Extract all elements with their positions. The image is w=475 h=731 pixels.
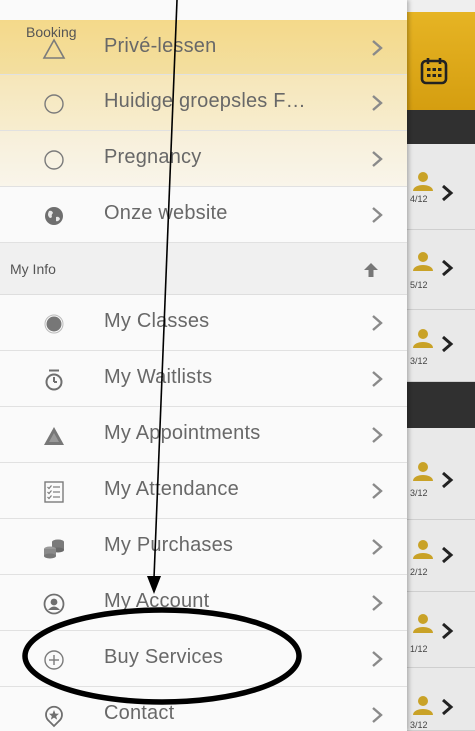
chevron-right-icon: [372, 207, 383, 223]
chevron-right-icon[interactable]: [440, 621, 454, 641]
chevron-right-icon[interactable]: [440, 697, 454, 717]
filled-triangle-icon: [44, 427, 64, 445]
circle-outline-icon: [44, 150, 64, 170]
chevron-right-icon: [372, 483, 383, 499]
chevron-right-icon: [372, 539, 383, 555]
menu-item-my-waitlists[interactable]: My Waitlists: [0, 351, 407, 407]
chevron-right-icon: [372, 427, 383, 443]
chevron-right-icon[interactable]: [440, 183, 454, 203]
chevron-right-icon[interactable]: [440, 258, 454, 278]
spots-count: 2/12: [410, 567, 428, 577]
menu-item-my-appointments[interactable]: My Appointments: [0, 407, 407, 463]
person-icon: [413, 696, 433, 715]
side-menu-drawer: Privé-lessen Booking Huidige groepsles F…: [0, 0, 407, 731]
section-header-my-info[interactable]: My Info: [0, 243, 407, 295]
triangle-outline-icon: [42, 38, 66, 59]
chevron-right-icon: [372, 151, 383, 167]
chevron-right-icon[interactable]: [440, 470, 454, 490]
section-title-booking: Booking: [26, 24, 77, 40]
globe-icon: [45, 207, 63, 225]
menu-item-buy-services[interactable]: Buy Services: [0, 631, 407, 687]
menu-item-my-classes[interactable]: My Classes: [0, 295, 407, 351]
menu-item-label: Pregnancy: [104, 146, 202, 168]
chevron-right-icon: [372, 371, 383, 387]
chevron-right-icon: [372, 315, 383, 331]
menu-item-label: Buy Services: [104, 646, 224, 668]
calendar-icon[interactable]: [419, 56, 449, 86]
person-icon: [413, 329, 433, 348]
section-title-my-info: My Info: [10, 261, 56, 277]
chevron-right-icon: [372, 651, 383, 667]
menu-item-my-attendance[interactable]: My Attendance: [0, 463, 407, 519]
star-pin-icon: [45, 705, 63, 728]
person-icon: [413, 614, 433, 633]
menu-item-contact[interactable]: Contact: [0, 687, 407, 731]
spots-count: 4/12: [410, 194, 428, 204]
spots-count: 3/12: [410, 720, 428, 730]
chevron-right-icon: [372, 595, 383, 611]
person-icon: [413, 252, 433, 271]
menu-item-label: Privé-lessen: [104, 35, 217, 57]
circle-outline-icon: [44, 94, 64, 114]
checklist-icon: [44, 481, 64, 503]
person-icon: [413, 540, 433, 559]
chevron-right-icon: [372, 95, 383, 111]
menu-item-label: Contact: [104, 702, 175, 724]
menu-item-huidige-groepsles[interactable]: Huidige groepsles F…: [0, 75, 407, 131]
menu-item-my-purchases[interactable]: My Purchases: [0, 519, 407, 575]
arrow-up-icon: [364, 263, 378, 277]
menu-item-label: My Attendance: [104, 478, 239, 500]
menu-item-label: Huidige groepsles F…: [104, 90, 306, 112]
menu-item-my-account[interactable]: My Account: [0, 575, 407, 631]
user-circle-icon: [43, 593, 65, 615]
menu-item-onze-website[interactable]: Onze website: [0, 187, 407, 243]
filled-circle-icon: [44, 314, 64, 334]
plus-circle-icon: [44, 650, 64, 670]
menu-item-label: My Purchases: [104, 534, 234, 556]
chevron-right-icon[interactable]: [440, 334, 454, 354]
spots-count: 1/12: [410, 644, 428, 654]
menu-item-label: My Account: [104, 590, 210, 612]
chevron-right-icon: [372, 707, 383, 723]
person-icon: [413, 172, 433, 191]
menu-item-label: Onze website: [104, 202, 228, 224]
menu-item-label: My Appointments: [104, 422, 261, 444]
spots-count: 3/12: [410, 356, 428, 366]
menu-item-label: My Classes: [104, 310, 210, 332]
menu-item-pregnancy[interactable]: Pregnancy: [0, 131, 407, 187]
menu-item-label: My Waitlists: [104, 366, 213, 388]
person-icon: [413, 462, 433, 481]
coins-icon: [44, 539, 64, 559]
spots-count: 3/12: [410, 488, 428, 498]
spots-count: 5/12: [410, 280, 428, 290]
stopwatch-icon: [45, 369, 63, 391]
chevron-right-icon: [372, 40, 383, 56]
chevron-right-icon[interactable]: [440, 545, 454, 565]
